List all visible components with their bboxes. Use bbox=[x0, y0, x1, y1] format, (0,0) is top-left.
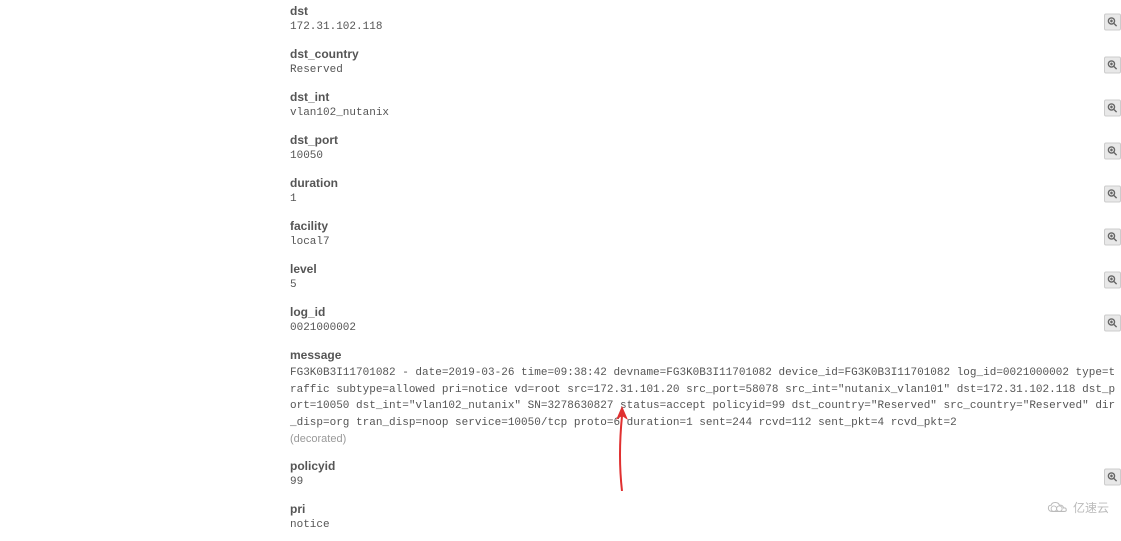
magnify-icon bbox=[1107, 16, 1118, 27]
zoom-in-button[interactable] bbox=[1104, 314, 1121, 331]
zoom-in-button[interactable] bbox=[1104, 228, 1121, 245]
zoom-in-button[interactable] bbox=[1104, 99, 1121, 116]
field-label: message bbox=[290, 348, 1121, 362]
log-fields-container: dst 172.31.102.118 dst_country Reserved … bbox=[0, 0, 1121, 541]
field-dst-country: dst_country Reserved bbox=[290, 43, 1121, 86]
zoom-in-button[interactable] bbox=[1104, 142, 1121, 159]
field-value: 172.31.102.118 bbox=[290, 21, 1121, 33]
field-value: 1 bbox=[290, 193, 1121, 205]
field-value: notice bbox=[290, 519, 1121, 531]
field-value: 5 bbox=[290, 279, 1121, 291]
zoom-in-button[interactable] bbox=[1104, 468, 1121, 485]
cloud-icon bbox=[1047, 501, 1069, 515]
field-value: 0021000002 bbox=[290, 322, 1121, 334]
magnify-icon bbox=[1107, 471, 1118, 482]
magnify-icon bbox=[1107, 59, 1118, 70]
field-message: message FG3K0B3I11701082 - date=2019-03-… bbox=[290, 344, 1121, 455]
magnify-icon bbox=[1107, 317, 1118, 328]
field-value: 99 bbox=[290, 476, 1121, 488]
field-label: pri bbox=[290, 502, 1121, 516]
magnify-icon bbox=[1107, 145, 1118, 156]
field-value: FG3K0B3I11701082 - date=2019-03-26 time=… bbox=[290, 365, 1121, 431]
magnify-icon bbox=[1107, 231, 1118, 242]
field-dst-port: dst_port 10050 bbox=[290, 129, 1121, 172]
field-label: policyid bbox=[290, 459, 1121, 473]
field-facility: facility local7 bbox=[290, 215, 1121, 258]
field-level: level 5 bbox=[290, 258, 1121, 301]
field-label: facility bbox=[290, 219, 1121, 233]
field-policyid: policyid 99 bbox=[290, 455, 1121, 498]
field-value: 10050 bbox=[290, 150, 1121, 162]
field-label: dst_country bbox=[290, 47, 1121, 61]
watermark-text: 亿速云 bbox=[1073, 499, 1109, 516]
field-log-id: log_id 0021000002 bbox=[290, 301, 1121, 344]
field-label: duration bbox=[290, 176, 1121, 190]
zoom-in-button[interactable] bbox=[1104, 271, 1121, 288]
field-label: log_id bbox=[290, 305, 1121, 319]
field-dst-int: dst_int vlan102_nutanix bbox=[290, 86, 1121, 129]
field-label: level bbox=[290, 262, 1121, 276]
decorated-note: (decorated) bbox=[290, 433, 1121, 445]
zoom-in-button[interactable] bbox=[1104, 56, 1121, 73]
field-value: Reserved bbox=[290, 64, 1121, 76]
watermark: 亿速云 bbox=[1047, 499, 1109, 516]
magnify-icon bbox=[1107, 274, 1118, 285]
field-label: dst bbox=[290, 4, 1121, 18]
field-value: local7 bbox=[290, 236, 1121, 248]
zoom-in-button[interactable] bbox=[1104, 13, 1121, 30]
magnify-icon bbox=[1107, 188, 1118, 199]
field-label: dst_int bbox=[290, 90, 1121, 104]
field-dst: dst 172.31.102.118 bbox=[290, 0, 1121, 43]
field-label: dst_port bbox=[290, 133, 1121, 147]
field-value: vlan102_nutanix bbox=[290, 107, 1121, 119]
field-duration: duration 1 bbox=[290, 172, 1121, 215]
zoom-in-button[interactable] bbox=[1104, 185, 1121, 202]
magnify-icon bbox=[1107, 102, 1118, 113]
